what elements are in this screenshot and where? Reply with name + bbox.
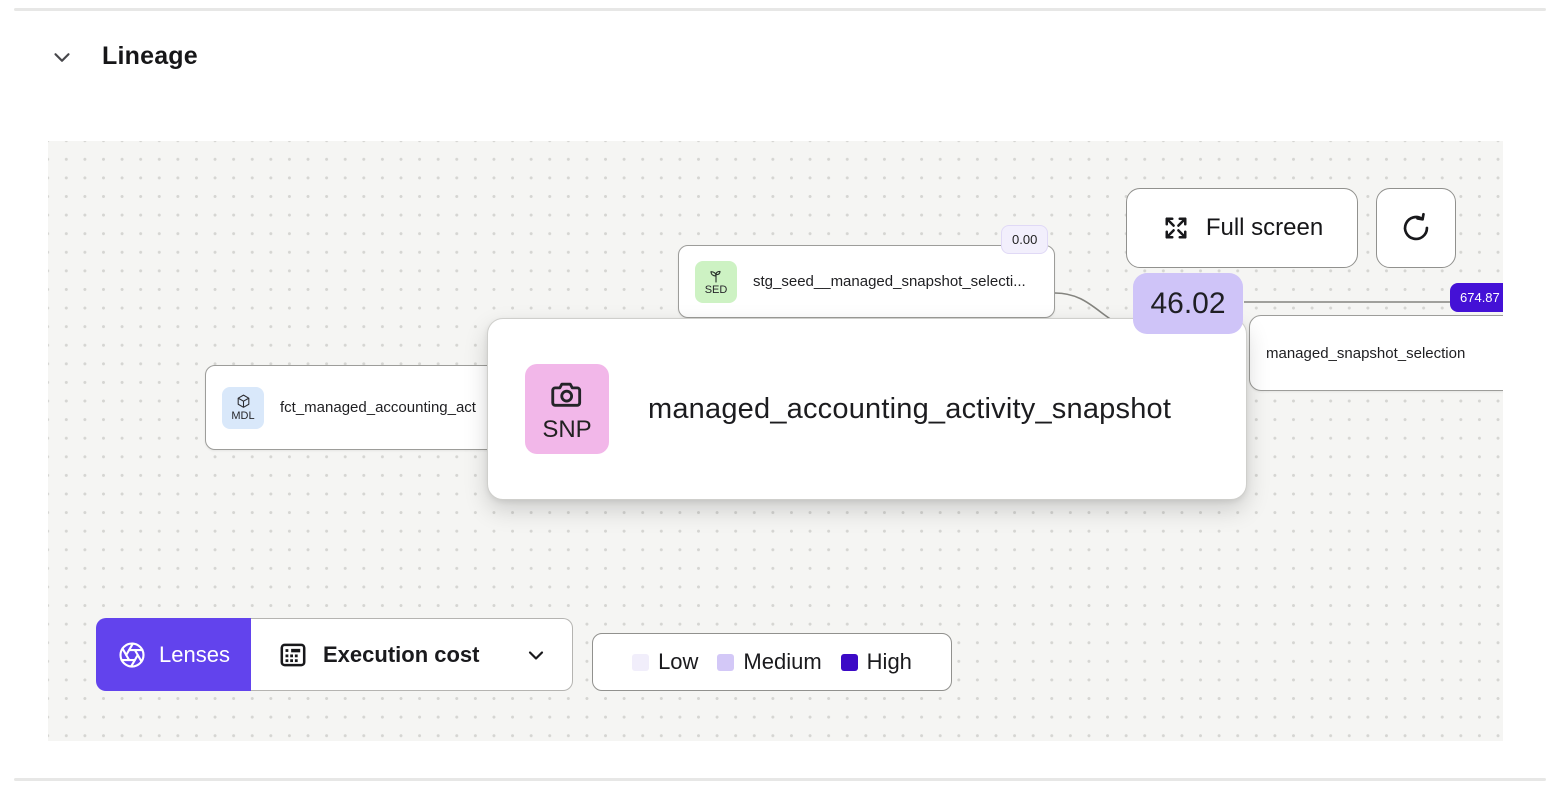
focus-node-title: managed_accounting_activity_snapshot (648, 392, 1172, 425)
node-title: managed_snapshot_selection (1266, 344, 1466, 362)
legend-item-medium: Medium (717, 649, 822, 675)
snapshot-type-label: SNP (542, 416, 592, 443)
lineage-canvas[interactable]: SED stg_seed__managed_snapshot_selecti..… (48, 141, 1503, 741)
medium-swatch (717, 653, 735, 671)
cost-legend: Low Medium High (592, 633, 952, 691)
page-title: Lineage (102, 42, 198, 70)
lens-select-dropdown[interactable]: Execution cost (251, 618, 573, 691)
legend-item-low: Low (632, 649, 698, 675)
seed-icon (708, 268, 724, 284)
lenses-control: Lenses Execution cost (96, 618, 573, 691)
bottom-divider (14, 778, 1546, 781)
seed-type-label: SED (704, 283, 728, 296)
refresh-button[interactable] (1376, 188, 1456, 268)
cube-icon (235, 393, 252, 410)
aperture-icon (117, 640, 147, 670)
model-type-label: MDL (231, 410, 255, 422)
lenses-label: Lenses (159, 641, 230, 667)
legend-label: Medium (743, 649, 822, 674)
refresh-icon (1400, 212, 1432, 244)
high-swatch (840, 653, 858, 671)
section-header: Lineage (48, 42, 198, 71)
collapse-section-button[interactable] (48, 43, 76, 71)
seed-type-chip: SED (695, 260, 737, 303)
node-stg-seed[interactable]: SED stg_seed__managed_snapshot_selecti..… (678, 225, 1055, 318)
chevron-down-icon (49, 44, 75, 70)
execution-cost-icon (277, 639, 309, 671)
lenses-button[interactable]: Lenses (96, 618, 251, 691)
chevron-down-icon (524, 643, 548, 667)
node-managed-accounting-activity-snapshot[interactable]: SNP managed_accounting_activity_snapshot (487, 318, 1247, 500)
snapshot-type-chip: SNP (525, 364, 609, 454)
selected-lens-label: Execution cost (323, 641, 480, 667)
expand-icon (1161, 213, 1191, 243)
node-title: fct_managed_accounting_act (280, 399, 476, 416)
low-swatch (632, 653, 650, 671)
legend-label: Low (658, 649, 699, 674)
model-type-chip: MDL (222, 386, 264, 429)
full-screen-button[interactable]: Full screen (1126, 188, 1358, 268)
cost-badge-high: 674.87 (1450, 283, 1503, 312)
node-managed-snapshot-selection[interactable]: managed_snapshot_selection (1249, 315, 1503, 391)
full-screen-label: Full screen (1205, 214, 1324, 241)
top-divider (14, 8, 1546, 11)
camera-icon (548, 376, 586, 414)
cost-badge-low: 0.00 (1001, 225, 1049, 254)
legend-item-high: High (840, 649, 912, 675)
legend-label: High (866, 649, 912, 674)
node-title: stg_seed__managed_snapshot_selecti... (753, 273, 1026, 290)
lineage-page: Lineage SED stg_seed__managed_snapshot_s… (0, 0, 1560, 798)
cost-badge-medium: 46.02 (1133, 273, 1243, 334)
